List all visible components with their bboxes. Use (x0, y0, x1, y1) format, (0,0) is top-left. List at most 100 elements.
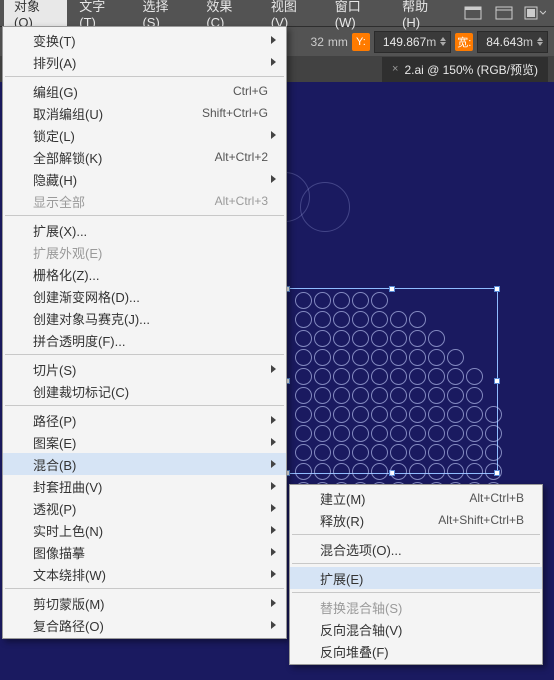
menu-item-shortcut: Alt+Ctrl+2 (215, 150, 268, 164)
menu-item-label: 反向混合轴(V) (320, 620, 532, 639)
menu-item-label: 剪切蒙版(M) (33, 594, 271, 613)
chevron-right-icon (271, 416, 276, 424)
menu-item-label: 锁定(L) (33, 126, 271, 145)
menu-item-label: 复合路径(O) (33, 616, 271, 635)
y-label: Y: (352, 33, 370, 51)
menu-item-shortcut: Shift+Ctrl+G (202, 106, 268, 120)
menu-separator (5, 405, 284, 406)
object-menu-item-1[interactable]: 排列(A) (3, 51, 286, 73)
menu-item-label: 扩展(E) (320, 569, 532, 588)
y-stepper[interactable] (440, 37, 446, 46)
object-menu-item-7[interactable]: 隐藏(H) (3, 168, 286, 190)
menu-item-label: 隐藏(H) (33, 170, 271, 189)
close-icon[interactable]: × (392, 63, 398, 75)
blend-submenu-item-3[interactable]: 混合选项(O)... (290, 538, 542, 560)
chevron-right-icon (271, 365, 276, 373)
object-menu-item-6[interactable]: 全部解锁(K)Alt+Ctrl+2 (3, 146, 286, 168)
object-menu-item-12[interactable]: 栅格化(Z)... (3, 263, 286, 285)
object-menu-item-18[interactable]: 创建裁切标记(C) (3, 380, 286, 402)
menu-item-shortcut: Ctrl+G (233, 84, 268, 98)
object-menu-item-14[interactable]: 创建对象马赛克(J)... (3, 307, 286, 329)
menu-item-label: 反向堆叠(F) (320, 642, 532, 661)
menu-separator (5, 76, 284, 77)
w-stepper[interactable] (537, 37, 543, 46)
blend-submenu: 建立(M)Alt+Ctrl+B释放(R)Alt+Shift+Ctrl+B混合选项… (289, 484, 543, 665)
menu-item-label: 排列(A) (33, 53, 271, 72)
object-menu-item-29[interactable]: 剪切蒙版(M) (3, 592, 286, 614)
chevron-right-icon (271, 438, 276, 446)
menu-item-label: 实时上色(N) (33, 521, 271, 540)
menu-item-label: 路径(P) (33, 411, 271, 430)
object-menu-item-10[interactable]: 扩展(X)... (3, 219, 286, 241)
menu-help[interactable]: 帮助(H) (392, 0, 455, 34)
menu-item-shortcut: Alt+Ctrl+3 (215, 194, 268, 208)
object-menu-item-15[interactable]: 拼合透明度(F)... (3, 329, 286, 351)
object-menu-item-21[interactable]: 图案(E) (3, 431, 286, 453)
menu-item-label: 扩展外观(E) (33, 243, 276, 262)
blend-submenu-item-0[interactable]: 建立(M)Alt+Ctrl+B (290, 487, 542, 509)
w-label: 宽: (455, 33, 473, 51)
menu-item-label: 释放(R) (320, 511, 438, 530)
w-input[interactable]: 84.643 m (477, 31, 548, 53)
toolbar-button-2[interactable] (492, 3, 517, 23)
object-menu-item-11: 扩展外观(E) (3, 241, 286, 263)
menubar: 对象(O) 文字(T) 选择(S) 效果(C) 视图(V) 窗口(W) 帮助(H… (0, 0, 554, 26)
object-menu-item-0[interactable]: 变换(T) (3, 29, 286, 51)
menu-item-label: 文本绕排(W) (33, 565, 271, 584)
menu-item-label: 建立(M) (320, 489, 469, 508)
menu-separator (5, 215, 284, 216)
menu-item-label: 封套扭曲(V) (33, 477, 271, 496)
menu-item-label: 混合(B) (33, 455, 271, 474)
chevron-right-icon (271, 570, 276, 578)
object-menu-item-20[interactable]: 路径(P) (3, 409, 286, 431)
menu-item-label: 透视(P) (33, 499, 271, 518)
chevron-right-icon (271, 460, 276, 468)
menu-item-shortcut: Alt+Shift+Ctrl+B (438, 513, 524, 527)
object-menu-item-5[interactable]: 锁定(L) (3, 124, 286, 146)
toolbar-dropdown[interactable] (523, 3, 548, 23)
object-menu-item-25[interactable]: 实时上色(N) (3, 519, 286, 541)
object-menu-item-23[interactable]: 封套扭曲(V) (3, 475, 286, 497)
object-menu-item-13[interactable]: 创建渐变网格(D)... (3, 285, 286, 307)
blend-submenu-item-9[interactable]: 反向堆叠(F) (290, 640, 542, 662)
object-menu-item-17[interactable]: 切片(S) (3, 358, 286, 380)
chevron-right-icon (271, 482, 276, 490)
toolbar-button-1[interactable] (461, 3, 486, 23)
y-input[interactable]: 149.867 m (374, 31, 451, 53)
menu-window[interactable]: 窗口(W) (325, 0, 390, 34)
chevron-right-icon (271, 548, 276, 556)
menu-item-shortcut: Alt+Ctrl+B (469, 491, 524, 505)
menu-separator (5, 588, 284, 589)
object-menu-item-26[interactable]: 图像描摹 (3, 541, 286, 563)
object-menu-item-3[interactable]: 编组(G)Ctrl+G (3, 80, 286, 102)
blend-submenu-item-5[interactable]: 扩展(E) (290, 567, 542, 589)
chevron-right-icon (271, 599, 276, 607)
object-menu-item-22[interactable]: 混合(B) (3, 453, 286, 475)
object-menu-item-24[interactable]: 透视(P) (3, 497, 286, 519)
menu-item-label: 变换(T) (33, 31, 271, 50)
menu-item-label: 显示全部 (33, 192, 215, 211)
chevron-right-icon (271, 504, 276, 512)
menu-item-label: 全部解锁(K) (33, 148, 215, 167)
menu-item-label: 切片(S) (33, 360, 271, 379)
menu-item-label: 创建渐变网格(D)... (33, 287, 276, 306)
chevron-right-icon (271, 131, 276, 139)
chevron-right-icon (271, 526, 276, 534)
menu-item-label: 混合选项(O)... (320, 540, 532, 559)
menu-separator (292, 534, 540, 535)
menu-item-label: 编组(G) (33, 82, 233, 101)
menu-item-label: 创建裁切标记(C) (33, 382, 276, 401)
blend-submenu-item-1[interactable]: 释放(R)Alt+Shift+Ctrl+B (290, 509, 542, 531)
menu-item-label: 栅格化(Z)... (33, 265, 276, 284)
object-menu-item-27[interactable]: 文本绕排(W) (3, 563, 286, 585)
document-tab[interactable]: × 2.ai @ 150% (RGB/预览) (382, 57, 548, 82)
blend-submenu-item-8[interactable]: 反向混合轴(V) (290, 618, 542, 640)
object-menu-item-8: 显示全部Alt+Ctrl+3 (3, 190, 286, 212)
menu-separator (292, 592, 540, 593)
object-menu-item-4[interactable]: 取消编组(U)Shift+Ctrl+G (3, 102, 286, 124)
menu-item-label: 替换混合轴(S) (320, 598, 532, 617)
x-unit: mm (328, 35, 348, 49)
tab-label: 2.ai @ 150% (RGB/预览) (404, 61, 538, 78)
menu-item-label: 扩展(X)... (33, 221, 276, 240)
object-menu-item-30[interactable]: 复合路径(O) (3, 614, 286, 636)
